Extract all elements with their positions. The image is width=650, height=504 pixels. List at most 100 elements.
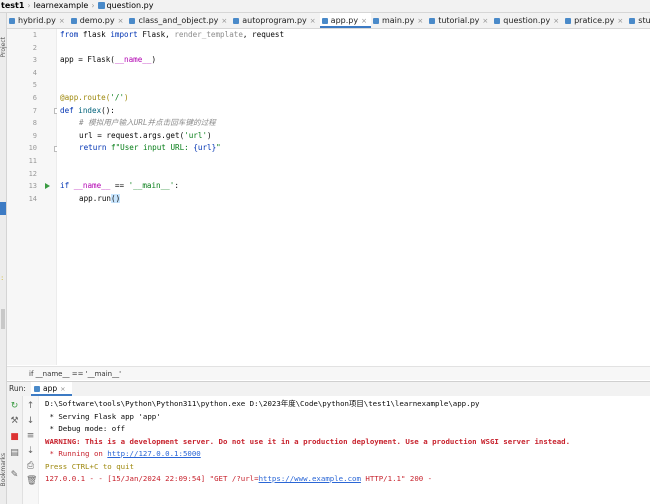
close-icon[interactable]: ×	[310, 17, 316, 25]
close-icon[interactable]: ×	[482, 17, 488, 25]
selected-tool-indicator	[0, 202, 6, 215]
console-line: * Serving Flask app 'app'	[45, 411, 161, 421]
run-gutter-icon[interactable]	[45, 183, 50, 189]
line-number: 2	[32, 43, 37, 52]
line-number: 3	[32, 56, 37, 65]
structure-marker-icon: :	[1, 274, 4, 282]
code-line: app.run()	[79, 193, 121, 203]
tab-app[interactable]: app.py ×	[319, 13, 372, 28]
run-tab-app[interactable]: app ×	[31, 382, 72, 396]
left-tool-strip: Project : Bookmarks	[0, 13, 7, 504]
code-line: @app.route('/')	[60, 93, 129, 102]
bookmarks-tool-button[interactable]: Bookmarks	[0, 453, 7, 487]
console-line: 127.0.0.1 - - [15/Jan/2024 22:09:54] "GE…	[45, 474, 433, 483]
server-link[interactable]: http://127.0.0.1:5000	[107, 449, 200, 458]
pin-icon[interactable]: ✎	[10, 471, 19, 480]
code-line: if __name__ == '__main__':	[60, 181, 179, 191]
line-number: 10	[28, 144, 37, 153]
tab-class-and-object[interactable]: class_and_object.py ×	[127, 13, 231, 28]
console-line: * Debug mode: off	[45, 424, 126, 433]
python-file-icon	[233, 18, 240, 24]
line-number: 8	[32, 119, 37, 128]
tab-label: demo.py	[79, 16, 115, 25]
code-line: url = request.args.get('url')	[79, 130, 212, 140]
python-file-icon	[321, 18, 328, 24]
console-line: Press CTRL+C to quit	[45, 461, 134, 471]
line-number: 12	[28, 169, 37, 178]
print-icon[interactable]: ⎙	[26, 462, 35, 471]
tab-label: hybrid.py	[18, 16, 56, 25]
tab-studen[interactable]: studen	[627, 13, 650, 28]
project-tool-button[interactable]: Project	[0, 37, 7, 58]
tab-main[interactable]: main.py ×	[371, 13, 427, 28]
tab-label: app.py	[330, 16, 359, 25]
line-number: 5	[32, 81, 37, 90]
line-number: 1	[32, 31, 37, 39]
crumb-separator: ›	[27, 1, 31, 10]
tab-tutorial[interactable]: tutorial.py ×	[427, 13, 492, 28]
python-file-icon	[70, 18, 77, 24]
wrench-icon[interactable]: ⚒	[10, 417, 19, 426]
tab-pratice[interactable]: pratice.py ×	[563, 13, 627, 28]
tab-label: studen	[638, 16, 650, 25]
scroll-marker	[1, 309, 5, 329]
close-icon[interactable]: ×	[59, 17, 65, 25]
run-toolbar: ↻ ⚒ ■ ▤ ✎	[7, 396, 23, 504]
code-line: app = Flask(__name__)	[60, 55, 157, 65]
code-editor[interactable]: from flask import Flask, render_template…	[57, 29, 650, 365]
tab-question[interactable]: question.py ×	[492, 13, 563, 28]
code-line: def index():	[60, 105, 115, 115]
python-file-icon	[565, 18, 572, 24]
python-file-icon	[429, 18, 436, 24]
console-line: D:\Software\tools\Python\Python311\pytho…	[45, 399, 480, 408]
python-file-icon	[97, 2, 105, 9]
close-icon[interactable]: ×	[417, 17, 423, 25]
down-icon[interactable]: ↓	[26, 417, 35, 426]
console-line: * Running on http://127.0.0.1:5000	[45, 449, 201, 458]
run-panel-header: Run: app ×	[7, 381, 650, 397]
close-icon[interactable]: ×	[553, 17, 559, 25]
python-file-icon	[372, 18, 379, 24]
tab-label: question.py	[503, 16, 551, 25]
stop-icon[interactable]: ■	[10, 433, 19, 442]
line-number: 9	[32, 131, 37, 140]
layout-icon[interactable]: ▤	[10, 449, 19, 458]
run-panel-label: Run:	[9, 384, 26, 393]
run-tab-label: app	[43, 384, 58, 393]
line-number: 6	[32, 94, 37, 102]
code-line: return f"User input URL: {url}"	[79, 143, 221, 153]
console-warning-line: WARNING: This is a development server. D…	[45, 436, 571, 446]
scroll-end-icon[interactable]: ⇣	[26, 447, 35, 456]
editor-breadcrumb[interactable]: if __name__ == '__main__'	[7, 366, 650, 380]
tab-label: tutorial.py	[438, 16, 480, 25]
tab-hybrid[interactable]: hybrid.py ×	[7, 13, 69, 28]
code-line: # 模拟用户输入URL并点击回车键的过程	[79, 118, 216, 128]
tab-label: autoprogram.py	[242, 16, 307, 25]
close-icon[interactable]: ×	[60, 385, 65, 393]
file-crumb[interactable]: question.py	[107, 0, 154, 12]
folder-crumb[interactable]: learnexample	[34, 0, 89, 12]
line-number: 7	[32, 106, 37, 115]
trash-icon[interactable]: 🗑	[26, 477, 37, 486]
line-number: 13	[28, 182, 37, 191]
project-crumb[interactable]: test1	[0, 0, 24, 12]
editor-tabs: hybrid.py × demo.py × class_and_object.py × au…	[7, 13, 650, 29]
up-icon[interactable]: ↑	[26, 402, 35, 411]
close-icon[interactable]: ×	[221, 17, 227, 25]
tab-autoprogram[interactable]: autoprogram.py ×	[231, 13, 319, 28]
tab-demo[interactable]: demo.py ×	[69, 13, 128, 28]
close-icon[interactable]: ×	[118, 17, 124, 25]
tab-label: class_and_object.py	[138, 16, 219, 25]
tab-label: pratice.py	[574, 16, 615, 25]
line-number: 14	[28, 194, 37, 203]
rerun-icon[interactable]: ↻	[10, 402, 19, 411]
code-line: from flask import Flask, render_template…	[60, 30, 285, 39]
run-console[interactable]: D:\Software\tools\Python\Python311\pytho…	[39, 396, 650, 504]
close-icon[interactable]: ×	[617, 17, 623, 25]
wrap-icon[interactable]: ≡	[26, 432, 35, 441]
python-file-icon	[494, 18, 501, 24]
close-icon[interactable]: ×	[361, 17, 367, 25]
request-url-link[interactable]: https://www.example.com	[259, 474, 361, 483]
line-number: 11	[28, 157, 37, 165]
python-file-icon	[9, 18, 15, 24]
